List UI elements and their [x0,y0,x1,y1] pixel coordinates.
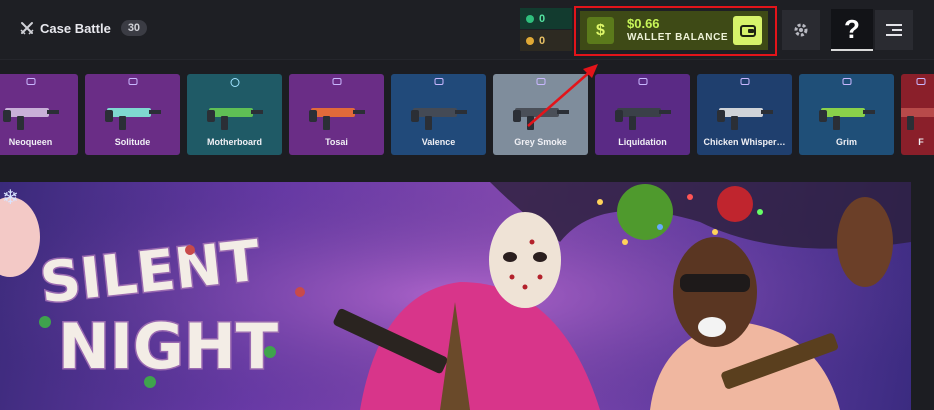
case-name: Motherboard [207,137,262,147]
case-name: Chicken Whisper… [703,137,786,147]
case-name: Grim [835,137,857,147]
crossed-swords-icon [20,22,34,35]
weapon-skin-image [104,108,161,130]
settings-button[interactable] [782,10,820,50]
weapon-skin-image [818,108,875,130]
box-icon [740,78,749,85]
box-icon [916,78,926,85]
case-card[interactable]: Grim [799,74,894,155]
help-button[interactable]: ? [831,9,873,51]
hamburger-icon [886,21,902,39]
case-card[interactable]: Neoqueen [0,74,78,155]
snowflake-icon: ❄ [2,185,19,209]
banner-artwork: SILENT NIGHT ❄ [0,182,911,410]
box-icon [434,78,443,85]
case-name: Tosai [325,137,348,147]
case-card[interactable]: F [901,74,934,155]
case-name: Solitude [114,137,151,147]
box-icon [842,78,851,85]
green-balance-value: 0 [539,12,546,25]
wallet-balance-button[interactable]: $ $0.66 WALLET BALANCE [580,11,768,50]
box-icon [128,78,137,85]
menu-button[interactable] [875,10,913,50]
gold-currency-balance[interactable]: 0 [520,30,572,51]
wallet-icon[interactable] [733,16,762,45]
case-name: F [918,137,924,147]
case-name: Grey Smoke [514,137,567,147]
box-icon [536,78,545,85]
weapon-skin-image [614,108,671,130]
banner-title-line2: NIGHT [58,310,278,383]
promo-banner[interactable]: SILENT NIGHT ❄ [0,182,911,410]
weapon-skin-image [716,108,773,130]
weapon-skin-image [2,108,59,130]
case-card[interactable]: Motherboard [187,74,282,155]
ring-icon [230,78,239,87]
wallet-label: WALLET BALANCE [627,32,729,44]
top-bar: Case Battle 30 0 0 $ $0.66 WALLET BALANC… [0,0,934,60]
green-coin-icon [526,14,534,23]
weapon-skin-image [206,108,263,130]
weapon-skin-image [901,108,934,130]
question-mark-icon: ? [844,13,860,44]
gold-coin-icon [526,36,534,45]
case-battle-link[interactable]: Case Battle 30 [20,20,148,36]
dollar-icon: $ [587,17,614,44]
case-name: Liquidation [618,137,667,147]
case-card[interactable]: Chicken Whisper… [697,74,792,155]
case-card[interactable]: Grey Smoke [493,74,588,155]
weapon-skin-image [410,108,467,130]
case-carousel: Neoqueen Solitude Motherboard Tosai Valence G… [0,74,934,158]
case-card[interactable]: Liquidation [595,74,690,155]
weapon-skin-image [308,108,365,130]
gold-balance-value: 0 [539,34,546,47]
case-card[interactable]: Tosai [289,74,384,155]
gear-icon [794,23,808,37]
case-battle-label: Case Battle [40,20,111,36]
weapon-skin-image [512,108,569,130]
case-card[interactable]: Solitude [85,74,180,155]
wallet-amount: $0.66 [627,16,660,32]
case-card[interactable]: Valence [391,74,486,155]
case-name: Neoqueen [8,137,53,147]
case-name: Valence [421,137,456,147]
box-icon [332,78,341,85]
box-icon [638,78,647,85]
green-currency-balance[interactable]: 0 [520,8,572,29]
box-icon [26,78,35,85]
case-battle-count-badge: 30 [120,20,148,36]
